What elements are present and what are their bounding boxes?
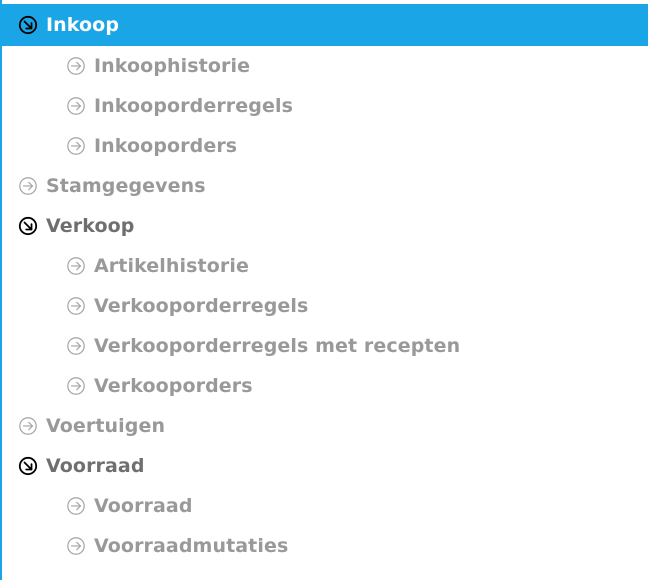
tree-item-label: Voorraad: [46, 455, 145, 477]
tree-item-label: Verkooporderregels: [94, 295, 309, 317]
tree-item-inkoophistorie-child[interactable]: Inkoophistorie: [2, 46, 648, 86]
expanded-arrow-icon[interactable]: [18, 15, 38, 35]
tree-item-label: Artikelhistorie: [94, 255, 249, 277]
collapsed-arrow-icon[interactable]: [18, 176, 38, 196]
tree-item-label: Voorraad: [94, 495, 193, 517]
collapsed-arrow-icon[interactable]: [66, 256, 86, 276]
tree-item-label: Verkooporders: [94, 375, 253, 397]
tree-item-label: Inkoophistorie: [94, 55, 251, 77]
collapsed-arrow-icon[interactable]: [66, 496, 86, 516]
tree-item-label: Stamgegevens: [46, 175, 206, 197]
tree-item-voorraadmutaties-child[interactable]: Voorraadmutaties: [2, 526, 648, 566]
collapsed-arrow-icon[interactable]: [66, 56, 86, 76]
tree-item-label: Inkooporderregels: [94, 95, 293, 117]
collapsed-arrow-icon[interactable]: [66, 376, 86, 396]
tree-item-voorraad-child[interactable]: Voorraad: [2, 486, 648, 526]
tree-item-verkooporders-child[interactable]: Verkooporders: [2, 366, 648, 406]
tree-item-label: Voertuigen: [46, 415, 166, 437]
tree-item-label: Inkoop: [46, 14, 120, 36]
collapsed-arrow-icon[interactable]: [66, 336, 86, 356]
expanded-arrow-icon[interactable]: [18, 456, 38, 476]
expanded-arrow-icon[interactable]: [18, 216, 38, 236]
collapsed-arrow-icon[interactable]: [66, 96, 86, 116]
tree-item-stamgegevens[interactable]: Stamgegevens: [2, 166, 648, 206]
tree-item-label: Verkoop: [46, 215, 135, 237]
collapsed-arrow-icon[interactable]: [66, 136, 86, 156]
collapsed-arrow-icon[interactable]: [66, 296, 86, 316]
tree-item-voertuigen[interactable]: Voertuigen: [2, 406, 648, 446]
collapsed-arrow-icon[interactable]: [66, 536, 86, 556]
navigation-tree: Inkoop Inkoophistorie Inkooporderregels Ink…: [2, 0, 648, 566]
tree-item-verkooporderregels-met-recepten-child[interactable]: Verkooporderregels met recepten: [2, 326, 648, 366]
tree-item-inkooporders-child[interactable]: Inkooporders: [2, 126, 648, 166]
tree-panel: Inkoop Inkoophistorie Inkooporderregels Ink…: [0, 0, 648, 580]
tree-item-inkooporderregels-child[interactable]: Inkooporderregels: [2, 86, 648, 126]
tree-item-voorraad[interactable]: Voorraad: [2, 446, 648, 486]
tree-item-inkoop[interactable]: Inkoop: [2, 4, 648, 46]
collapsed-arrow-icon[interactable]: [18, 416, 38, 436]
tree-item-verkooporderregels-child[interactable]: Verkooporderregels: [2, 286, 648, 326]
tree-item-label: Voorraadmutaties: [94, 535, 289, 557]
tree-item-label: Verkooporderregels met recepten: [94, 335, 461, 357]
tree-item-verkoop[interactable]: Verkoop: [2, 206, 648, 246]
tree-item-artikelhistorie-child[interactable]: Artikelhistorie: [2, 246, 648, 286]
tree-item-label: Inkooporders: [94, 135, 238, 157]
